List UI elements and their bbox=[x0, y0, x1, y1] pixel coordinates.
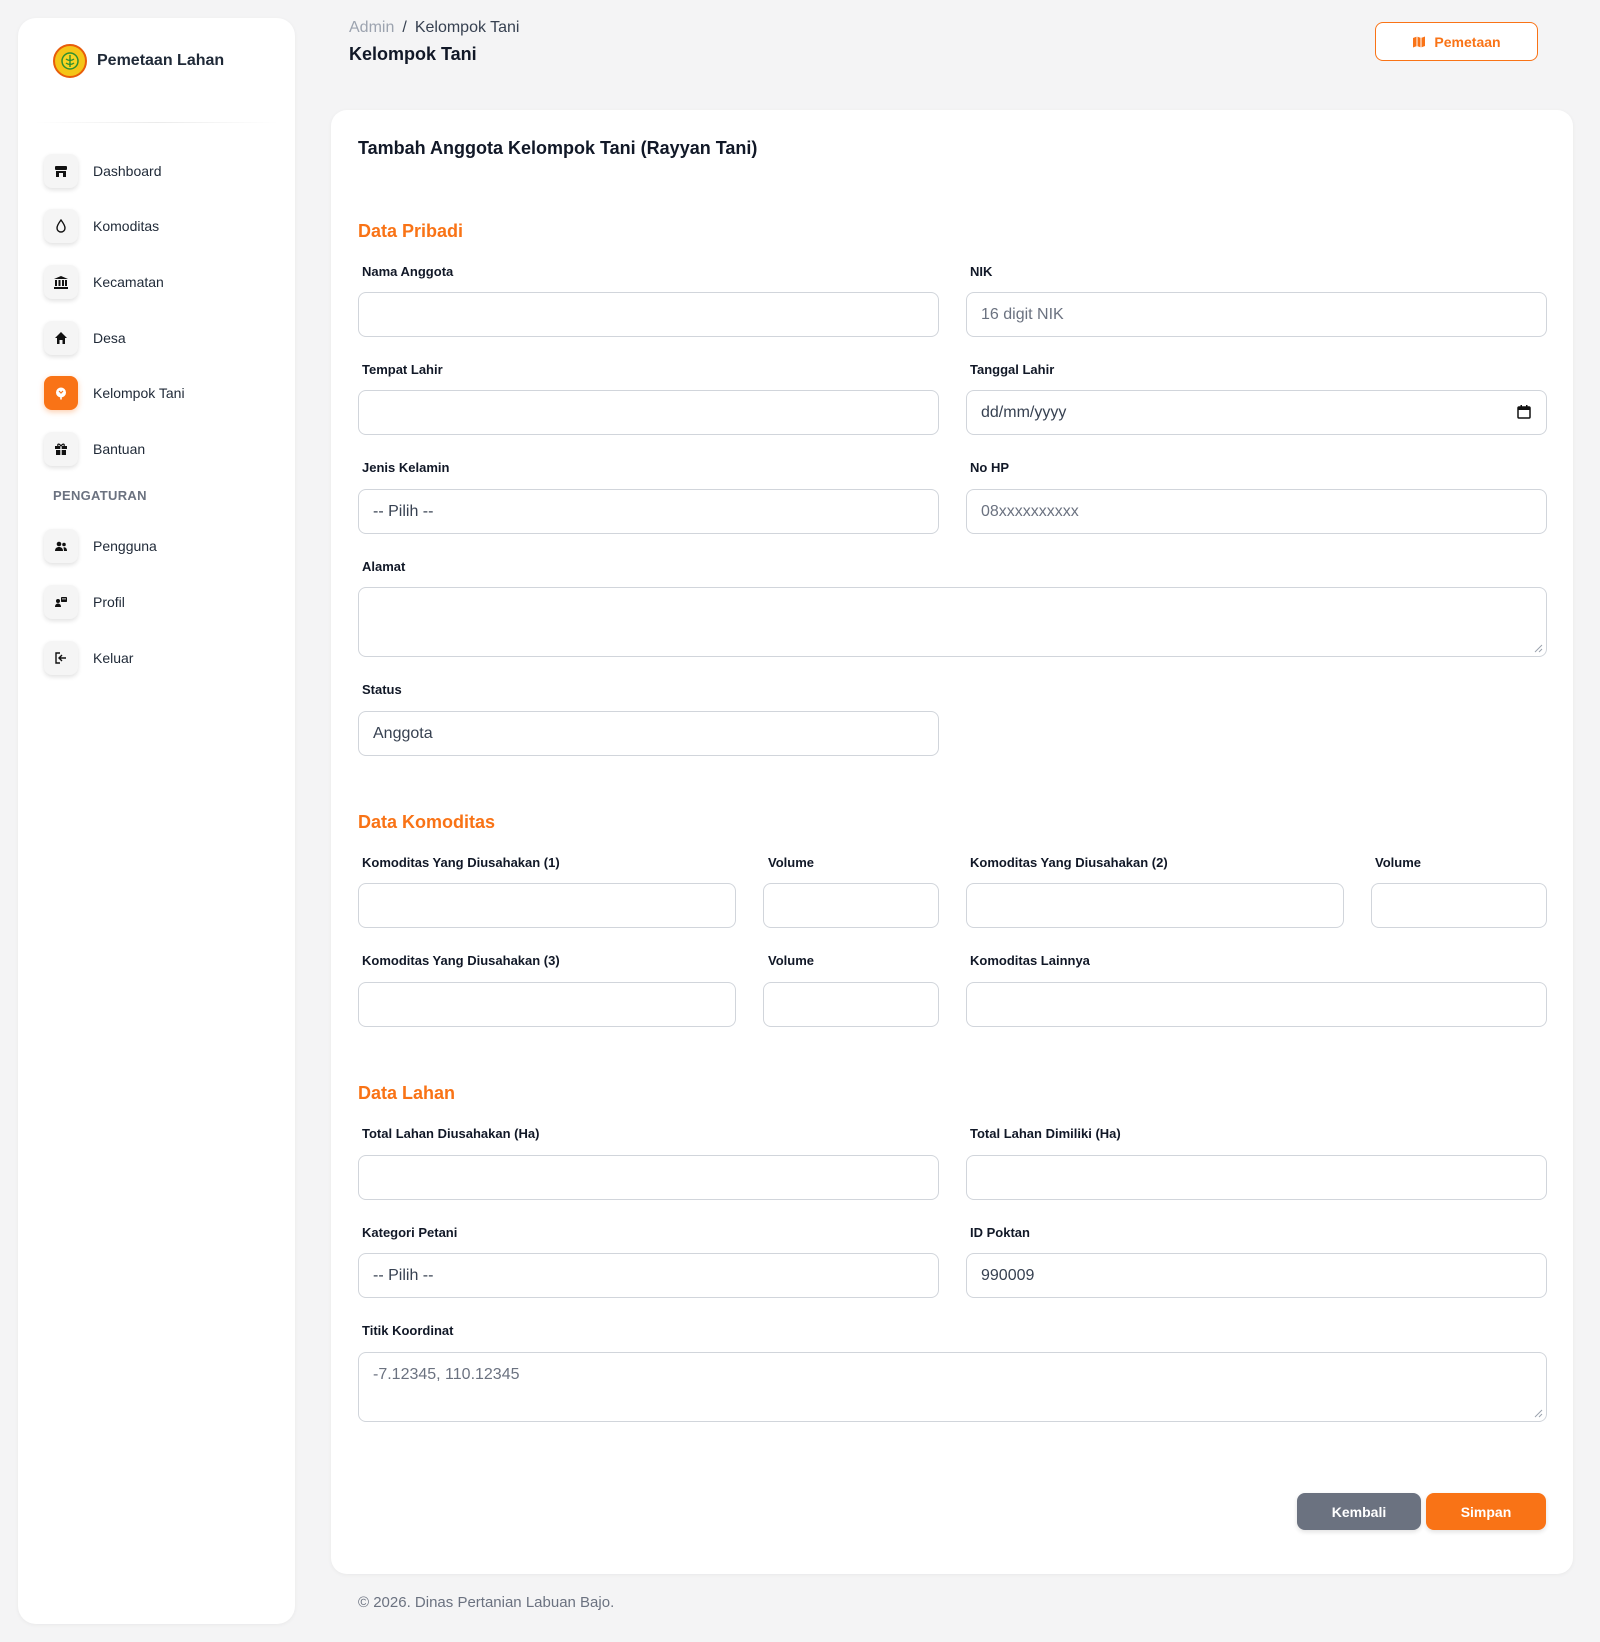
volume-3-input[interactable] bbox=[763, 982, 939, 1027]
resize-handle-icon[interactable] bbox=[1534, 644, 1543, 653]
label-alamat: Alamat bbox=[362, 559, 406, 574]
label-komoditas-1: Komoditas Yang Diusahakan (1) bbox=[362, 855, 560, 870]
label-nik: NIK bbox=[970, 264, 993, 279]
label-komoditas-lain: Komoditas Lainnya bbox=[970, 953, 1090, 968]
sidebar-item-keluar[interactable]: Keluar bbox=[44, 630, 295, 686]
label-kategori: Kategori Petani bbox=[362, 1225, 458, 1240]
footer-copyright: © 2026. Dinas Pertanian Labuan Bajo. bbox=[358, 1594, 615, 1611]
brand-title: Pemetaan Lahan bbox=[97, 52, 225, 69]
label-lahan-diusahakan: Total Lahan Diusahakan (Ha) bbox=[362, 1126, 540, 1141]
sidebar-item-komoditas[interactable]: Komoditas bbox=[44, 199, 295, 255]
sidebar-item-profil[interactable]: Profil bbox=[44, 574, 295, 630]
sidebar-item-kecamatan[interactable]: Kecamatan bbox=[44, 254, 295, 310]
map-icon bbox=[1413, 36, 1426, 47]
alamat-textarea[interactable] bbox=[358, 587, 1547, 657]
volume-2-input[interactable] bbox=[1371, 883, 1547, 928]
status-input[interactable]: Anggota bbox=[358, 711, 939, 756]
users-icon bbox=[44, 529, 78, 564]
sidebar: Pemetaan Lahan Dashboard Komoditas Kecam… bbox=[18, 18, 295, 1624]
label-komoditas-3: Komoditas Yang Diusahakan (3) bbox=[362, 953, 560, 968]
home-icon bbox=[44, 320, 78, 355]
sidebar-item-kelompok-tani[interactable]: Kelompok Tani bbox=[44, 365, 295, 421]
koordinat-placeholder: -7.12345, 110.12345 bbox=[373, 1366, 520, 1383]
jenis-kelamin-select[interactable]: -- Pilih -- bbox=[358, 489, 939, 534]
sidebar-item-bantuan[interactable]: Bantuan bbox=[44, 421, 295, 477]
section-title-komoditas: Data Komoditas bbox=[358, 812, 496, 832]
breadcrumb-separator: / bbox=[402, 19, 407, 36]
tempat-lahir-input[interactable] bbox=[358, 390, 939, 435]
label-tanggal-lahir: Tanggal Lahir bbox=[970, 362, 1055, 377]
sidebar-item-label: Komoditas bbox=[93, 218, 160, 235]
komoditas-lain-input[interactable] bbox=[966, 982, 1547, 1027]
lahan-dimiliki-input[interactable] bbox=[966, 1155, 1547, 1200]
sidebar-item-dashboard[interactable]: Dashboard bbox=[44, 143, 295, 199]
store-icon bbox=[44, 153, 78, 188]
back-button[interactable]: Kembali bbox=[1297, 1493, 1421, 1530]
user-card-icon bbox=[44, 584, 78, 619]
label-jenis-kelamin: Jenis Kelamin bbox=[362, 460, 450, 475]
label-status: Status bbox=[362, 682, 402, 697]
label-tempat-lahir: Tempat Lahir bbox=[362, 362, 443, 377]
leaf-icon bbox=[44, 376, 78, 411]
sidebar-item-label: Dashboard bbox=[93, 162, 162, 179]
save-button[interactable]: Simpan bbox=[1426, 1493, 1546, 1530]
drop-icon bbox=[44, 209, 78, 244]
breadcrumb: Admin / Kelompok Tani bbox=[349, 19, 519, 37]
kategori-select[interactable]: -- Pilih -- bbox=[358, 1253, 939, 1298]
page-title: Kelompok Tani bbox=[349, 44, 477, 64]
form-title: Tambah Anggota Kelompok Tani (Rayyan Tan… bbox=[358, 138, 758, 158]
komoditas-1-input[interactable] bbox=[358, 883, 736, 928]
no-hp-input[interactable]: 08xxxxxxxxxx bbox=[966, 489, 1547, 534]
label-volume-1: Volume bbox=[768, 855, 814, 870]
label-id-poktan: ID Poktan bbox=[970, 1225, 1030, 1240]
sidebar-item-label: Keluar bbox=[93, 649, 134, 666]
sidebar-nav: Dashboard Komoditas Kecamatan Desa Kelom… bbox=[18, 143, 295, 685]
resize-handle-icon[interactable] bbox=[1534, 1409, 1543, 1418]
label-koordinat: Titik Koordinat bbox=[362, 1323, 454, 1338]
sidebar-item-label: Bantuan bbox=[93, 440, 146, 457]
label-no-hp: No HP bbox=[970, 460, 1009, 475]
sidebar-item-label: Kecamatan bbox=[93, 273, 164, 290]
calendar-icon[interactable] bbox=[1516, 404, 1532, 420]
map-button[interactable]: Pemetaan bbox=[1375, 22, 1538, 61]
form-card: Tambah Anggota Kelompok Tani (Rayyan Tan… bbox=[331, 110, 1573, 1574]
logout-icon bbox=[44, 640, 78, 675]
section-title-lahan: Data Lahan bbox=[358, 1083, 456, 1103]
section-title-pribadi: Data Pribadi bbox=[358, 221, 464, 241]
komoditas-3-input[interactable] bbox=[358, 982, 736, 1027]
sidebar-item-label: Profil bbox=[93, 593, 125, 610]
map-button-label: Pemetaan bbox=[1434, 33, 1501, 50]
sidebar-item-pengguna[interactable]: Pengguna bbox=[44, 519, 295, 575]
sidebar-section-label: PENGATURAN bbox=[53, 487, 147, 503]
id-poktan-input[interactable]: 990009 bbox=[966, 1253, 1547, 1298]
tanggal-lahir-placeholder: dd/mm/yyyy bbox=[981, 403, 1067, 421]
label-nama: Nama Anggota bbox=[362, 264, 454, 279]
lahan-diusahakan-input[interactable] bbox=[358, 1155, 939, 1200]
sidebar-item-label: Pengguna bbox=[93, 538, 157, 555]
label-lahan-dimiliki: Total Lahan Dimiliki (Ha) bbox=[970, 1126, 1121, 1141]
label-volume-2: Volume bbox=[1375, 855, 1421, 870]
building-columns-icon bbox=[44, 264, 78, 299]
breadcrumb-root[interactable]: Admin bbox=[349, 19, 394, 36]
sidebar-item-desa[interactable]: Desa bbox=[44, 310, 295, 366]
label-komoditas-2: Komoditas Yang Diusahakan (2) bbox=[970, 855, 1168, 870]
brand[interactable]: Pemetaan Lahan bbox=[18, 18, 295, 104]
nama-input[interactable] bbox=[358, 292, 939, 337]
divider bbox=[34, 122, 279, 123]
volume-1-input[interactable] bbox=[763, 883, 939, 928]
komoditas-2-input[interactable] bbox=[966, 883, 1344, 928]
label-volume-3: Volume bbox=[768, 953, 814, 968]
sidebar-item-label: Desa bbox=[93, 329, 126, 346]
koordinat-textarea[interactable]: -7.12345, 110.12345 bbox=[358, 1352, 1547, 1422]
breadcrumb-current: Kelompok Tani bbox=[414, 19, 520, 36]
logo-icon bbox=[53, 44, 87, 78]
tanggal-lahir-input[interactable]: dd/mm/yyyy bbox=[966, 390, 1547, 435]
gift-icon bbox=[44, 431, 78, 466]
nik-input[interactable]: 16 digit NIK bbox=[966, 292, 1547, 337]
sidebar-item-label: Kelompok Tani bbox=[93, 385, 185, 402]
